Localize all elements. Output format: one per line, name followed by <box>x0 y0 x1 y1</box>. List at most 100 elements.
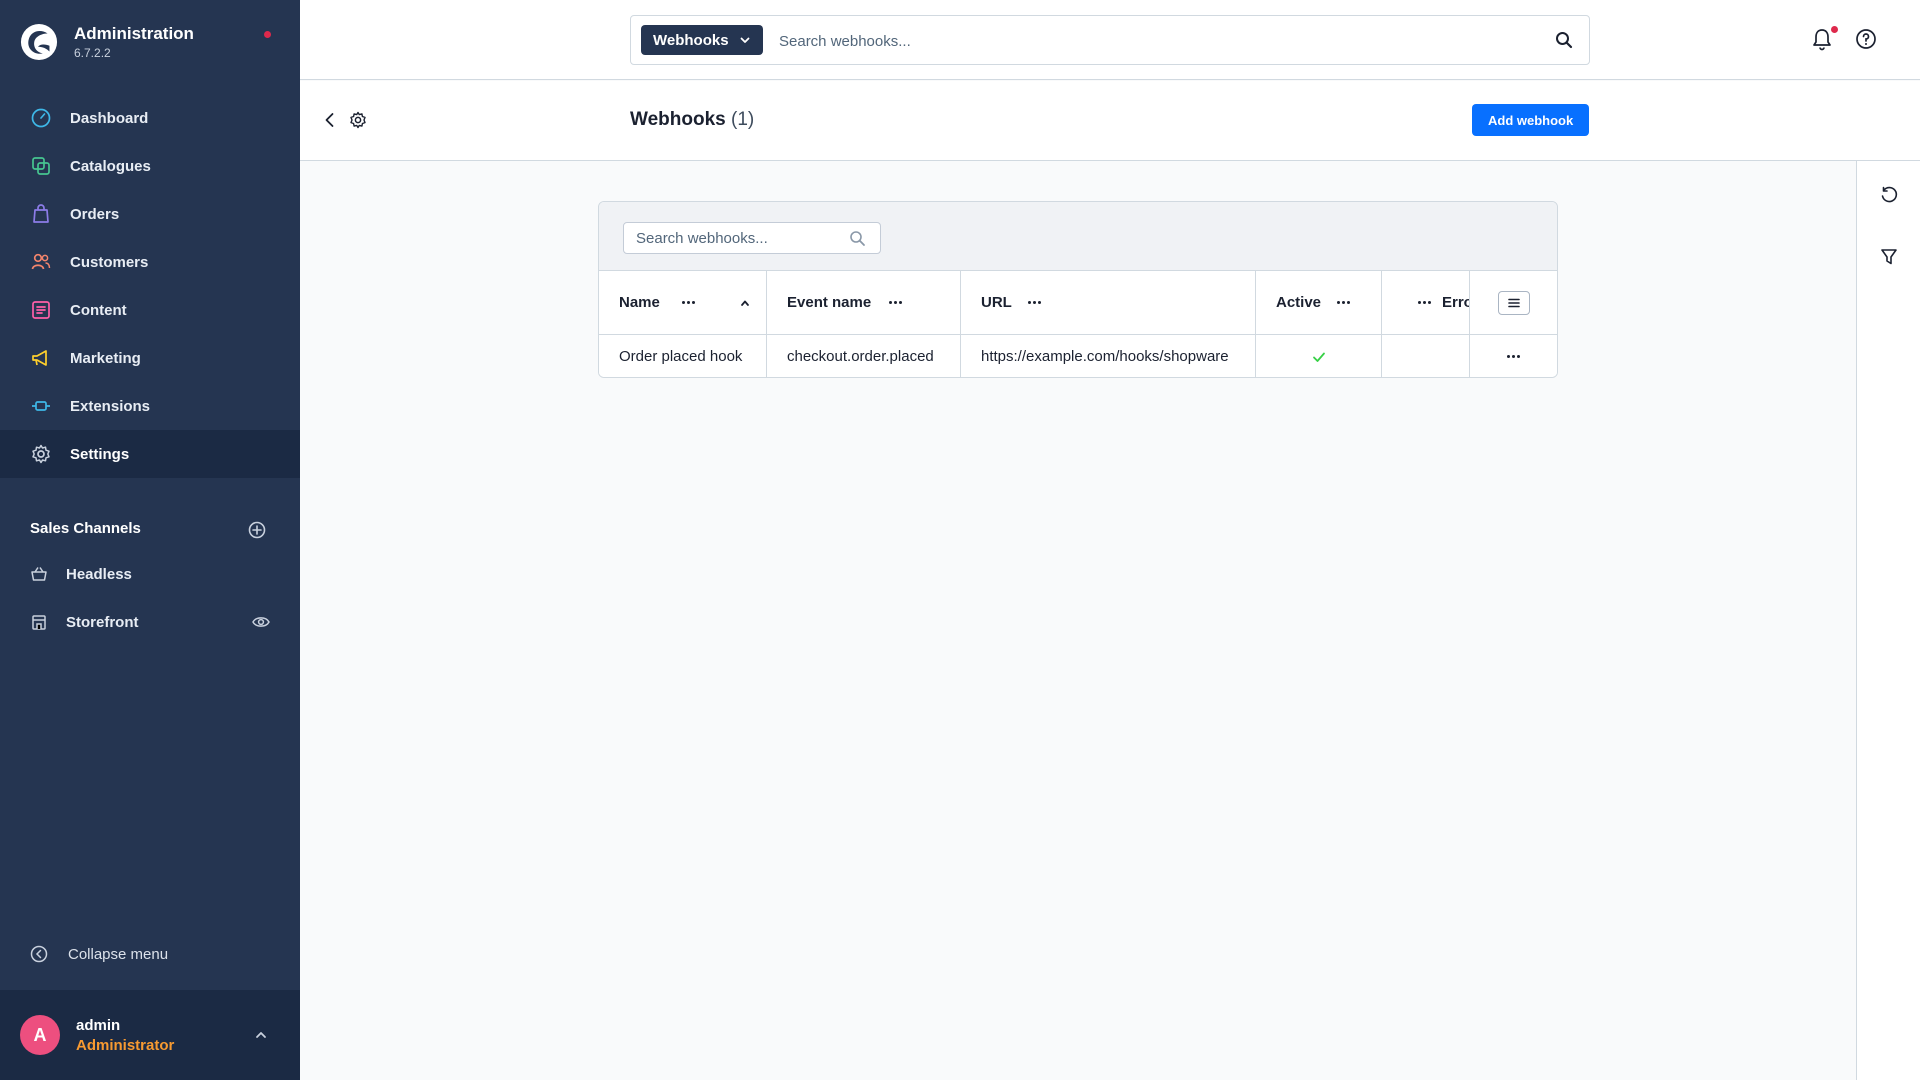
column-options-icon[interactable] <box>889 301 904 304</box>
table-cell-url: https://example.com/hooks/shopware <box>961 335 1256 377</box>
column-options-icon[interactable] <box>1418 301 1433 304</box>
sidebar-item-content[interactable]: Content <box>0 286 300 334</box>
app-version: 6.7.2.2 <box>74 46 111 60</box>
chevron-down-icon <box>740 37 749 43</box>
page-title-text: Webhooks <box>630 109 726 130</box>
add-sales-channel-icon[interactable] <box>248 521 266 539</box>
collapse-menu-label: Collapse menu <box>68 945 169 963</box>
sales-channel-label: Headless <box>66 565 132 583</box>
user-menu[interactable]: A admin Administrator <box>0 990 300 1080</box>
column-header-active[interactable]: Active <box>1256 271 1382 335</box>
plug-icon <box>30 395 52 417</box>
search-icon[interactable] <box>1555 31 1573 49</box>
sidebar-item-customers[interactable]: Customers <box>0 238 300 286</box>
megaphone-icon <box>30 347 52 369</box>
brand[interactable]: Administration 6.7.2.2 <box>20 22 194 62</box>
shopware-logo-icon <box>20 23 58 61</box>
column-options-icon[interactable] <box>1337 301 1352 304</box>
avatar: A <box>20 1015 60 1055</box>
grid-toolbar <box>599 202 1557 271</box>
user-name: admin <box>76 1017 121 1034</box>
global-search-input[interactable] <box>779 26 1519 56</box>
sidebar-item-label: Content <box>70 301 127 319</box>
column-header-event-name[interactable]: Event name <box>767 271 961 335</box>
app-title: Administration <box>74 24 194 43</box>
dashboard-icon <box>30 107 52 129</box>
sidebar-right-rail <box>1856 161 1920 1080</box>
sales-channel-headless[interactable]: Headless <box>0 550 300 598</box>
sidebar-item-extensions[interactable]: Extensions <box>0 382 300 430</box>
table-cell-errors <box>1382 335 1470 377</box>
top-bar: Webhooks <box>300 0 1920 80</box>
page-title: Webhooks (1) <box>630 109 754 131</box>
column-header-url[interactable]: URL <box>961 271 1256 335</box>
column-label: Event name <box>787 294 872 311</box>
status-dot <box>264 31 271 38</box>
search-type-dropdown[interactable]: Webhooks <box>641 25 763 55</box>
column-options-icon[interactable] <box>681 301 697 304</box>
sidebar: Administration 6.7.2.2 Dashboard Catalog… <box>0 0 300 1080</box>
sidebar-item-dashboard[interactable]: Dashboard <box>0 94 300 142</box>
sidebar-item-marketing[interactable]: Marketing <box>0 334 300 382</box>
sales-channel-storefront[interactable]: Storefront <box>0 598 300 646</box>
global-search: Webhooks <box>630 15 1590 65</box>
webhook-grid: Name Event name URL Active Erro Order pl… <box>598 201 1558 378</box>
sidebar-item-label: Orders <box>70 205 120 223</box>
search-icon[interactable] <box>849 230 866 247</box>
back-arrow-icon[interactable] <box>321 111 339 129</box>
page-header: Webhooks (1) Add webhook <box>300 81 1920 161</box>
sidebar-item-label: Extensions <box>70 397 151 415</box>
users-icon <box>30 251 52 273</box>
cell-text: Order placed hook <box>619 348 743 365</box>
table-cell-event: checkout.order.placed <box>767 335 961 377</box>
shopping-bag-icon <box>30 203 52 225</box>
checkmark-icon <box>1312 352 1325 362</box>
column-label: Erro <box>1442 294 1470 311</box>
notification-badge <box>1831 26 1838 33</box>
help-icon[interactable] <box>1855 28 1877 50</box>
column-header-actions <box>1470 271 1557 335</box>
sidebar-item-label: Dashboard <box>70 109 149 127</box>
storefront-icon <box>30 613 48 631</box>
sales-channels-title: Sales Channels <box>30 520 141 537</box>
sidebar-item-label: Marketing <box>70 349 141 367</box>
catalogue-icon <box>30 155 52 177</box>
column-settings-button[interactable] <box>1498 291 1530 315</box>
content-icon <box>30 299 52 321</box>
filter-icon[interactable] <box>1880 248 1898 266</box>
sales-channel-list: Headless Storefront <box>0 550 300 646</box>
row-actions-icon[interactable] <box>1507 355 1522 358</box>
grid-search-input[interactable] <box>636 228 836 248</box>
sales-channel-label: Storefront <box>66 613 139 631</box>
settings-gear-icon[interactable] <box>349 111 367 129</box>
grid-search <box>623 222 881 254</box>
page-count: (1) <box>731 109 755 130</box>
collapse-menu-button[interactable]: Collapse menu <box>30 945 168 963</box>
cell-text: https://example.com/hooks/shopware <box>981 348 1229 365</box>
sidebar-item-orders[interactable]: Orders <box>0 190 300 238</box>
refresh-icon[interactable] <box>1880 186 1898 204</box>
sidebar-item-catalogues[interactable]: Catalogues <box>0 142 300 190</box>
sidebar-item-settings[interactable]: Settings <box>0 430 300 478</box>
sort-ascending-icon[interactable] <box>739 297 751 309</box>
main-nav: Dashboard Catalogues Orders Customers Co… <box>0 94 300 478</box>
add-webhook-button[interactable]: Add webhook <box>1472 104 1590 136</box>
user-role: Administrator <box>76 1037 175 1054</box>
basket-icon <box>30 565 48 583</box>
search-type-label: Webhooks <box>653 31 729 49</box>
gear-icon <box>30 443 52 465</box>
cell-text: checkout.order.placed <box>787 348 934 365</box>
sidebar-item-label: Settings <box>70 445 130 463</box>
column-header-errors[interactable]: Erro <box>1382 271 1470 335</box>
chevron-up-icon[interactable] <box>254 1028 268 1042</box>
table-cell-actions <box>1470 335 1557 377</box>
eye-icon[interactable] <box>252 613 270 631</box>
column-label: Name <box>619 294 660 311</box>
sidebar-item-label: Catalogues <box>70 157 151 175</box>
column-options-icon[interactable] <box>1027 301 1043 304</box>
table-cell-name[interactable]: Order placed hook <box>599 335 767 377</box>
table-cell-active <box>1256 335 1382 377</box>
sidebar-item-label: Customers <box>70 253 149 271</box>
column-header-name[interactable]: Name <box>599 271 767 335</box>
column-label: URL <box>981 294 1012 311</box>
